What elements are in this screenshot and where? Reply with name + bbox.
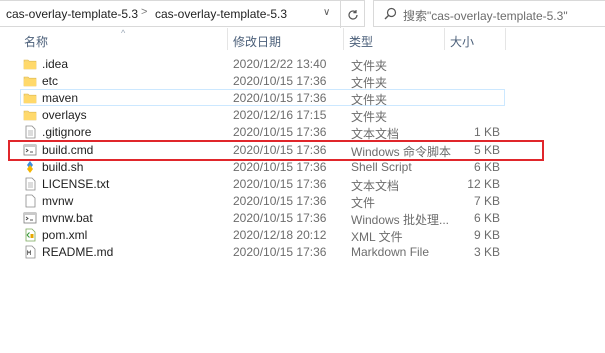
file-size: 12 KB — [467, 176, 500, 191]
file-size: 3 KB — [473, 245, 500, 260]
file-row[interactable]: mvnw 2020/10/15 17:36 文件 7 KB — [20, 192, 505, 210]
refresh-button[interactable] — [340, 1, 365, 28]
file-name: etc — [42, 74, 59, 89]
file-size: 6 KB — [473, 159, 500, 174]
address-bar[interactable]: cas-overlay-template-5.3 > cas-overlay-t… — [0, 0, 365, 28]
folder-icon — [23, 91, 37, 105]
search-input[interactable]: 搜索"cas-overlay-template-5.3" — [403, 7, 568, 24]
file-modified-date: 2020/10/15 17:36 — [233, 210, 327, 225]
file-name: .gitignore — [42, 125, 92, 140]
file-name: maven — [42, 91, 79, 106]
xml-file-icon — [23, 228, 37, 242]
breadcrumb-separator[interactable]: > — [141, 6, 147, 18]
file-size: 7 KB — [473, 193, 500, 208]
file-name: pom.xml — [42, 228, 88, 242]
file-modified-date: 2020/10/15 17:36 — [233, 74, 327, 89]
file-icon — [23, 194, 37, 208]
file-name: overlays — [42, 108, 87, 123]
file-name: mvnw — [42, 193, 74, 208]
file-type: Shell Script — [351, 159, 412, 174]
chevron-down-icon[interactable]: ∨ — [323, 7, 330, 18]
file-name: LICENSE.txt — [42, 176, 110, 191]
file-name: mvnw.bat — [42, 210, 93, 225]
file-row[interactable]: .gitignore 2020/10/15 17:36 文本文档 1 KB — [20, 123, 505, 141]
search-icon — [384, 7, 397, 20]
file-size: 6 KB — [473, 210, 500, 225]
markdown-file-icon — [23, 245, 37, 259]
file-modified-date: 2020/10/15 17:36 — [233, 245, 327, 260]
folder-icon — [23, 108, 37, 122]
file-size: 1 KB — [473, 125, 500, 140]
sort-indicator: ^ — [121, 28, 126, 38]
text-file-icon — [23, 177, 37, 191]
file-modified-date: 2020/10/15 17:36 — [233, 176, 327, 191]
file-row[interactable]: maven 2020/10/15 17:36 文件夹 — [20, 89, 505, 107]
folder-icon — [23, 74, 37, 88]
column-header-type[interactable]: 类型 — [349, 33, 373, 50]
folder-icon — [23, 57, 37, 71]
column-header-size[interactable]: 大小 — [450, 33, 474, 50]
cmd-file-icon — [23, 211, 37, 225]
file-name: build.sh — [42, 159, 84, 174]
file-row[interactable]: etc 2020/10/15 17:36 文件夹 — [20, 72, 505, 90]
file-modified-date: 2020/10/15 17:36 — [233, 125, 327, 140]
breadcrumb-item[interactable]: cas-overlay-template-5.3 — [155, 7, 287, 21]
file-row[interactable]: README.md 2020/10/15 17:36 Markdown File 3 … — [20, 243, 505, 260]
text-file-icon — [23, 125, 37, 139]
file-name: .idea — [42, 57, 69, 71]
file-row[interactable]: mvnw.bat 2020/10/15 17:36 Windows 批处理... 6 … — [20, 209, 505, 227]
file-row[interactable]: pom.xml 2020/12/18 20:12 XML 文件 9 KB — [20, 226, 505, 244]
shell-script-icon — [23, 160, 37, 174]
file-row[interactable]: LICENSE.txt 2020/10/15 17:36 文本文档 12 KB — [20, 175, 505, 193]
file-modified-date: 2020/12/22 13:40 — [233, 57, 327, 71]
highlight-box — [8, 140, 544, 161]
file-type: Markdown File — [351, 245, 430, 260]
search-box[interactable]: 搜索"cas-overlay-template-5.3" — [373, 0, 605, 27]
refresh-icon — [348, 9, 358, 20]
file-modified-date: 2020/10/15 17:36 — [233, 159, 327, 174]
file-name: README.md — [42, 245, 114, 260]
file-row[interactable]: overlays 2020/12/16 17:15 文件夹 — [20, 106, 505, 124]
file-size: 9 KB — [473, 228, 500, 242]
column-header-name[interactable]: 名称 — [24, 33, 48, 50]
file-modified-date: 2020/12/16 17:15 — [233, 108, 327, 123]
column-header-bar: ^ 名称 修改日期 类型 大小 — [0, 28, 605, 50]
breadcrumb-item[interactable]: cas-overlay-template-5.3 — [6, 7, 138, 21]
file-modified-date: 2020/10/15 17:36 — [233, 193, 327, 208]
file-row[interactable]: .idea 2020/12/22 13:40 文件夹 — [20, 55, 505, 73]
file-modified-date: 2020/10/15 17:36 — [233, 91, 327, 106]
column-header-date[interactable]: 修改日期 — [233, 33, 281, 50]
file-modified-date: 2020/12/18 20:12 — [233, 228, 327, 242]
